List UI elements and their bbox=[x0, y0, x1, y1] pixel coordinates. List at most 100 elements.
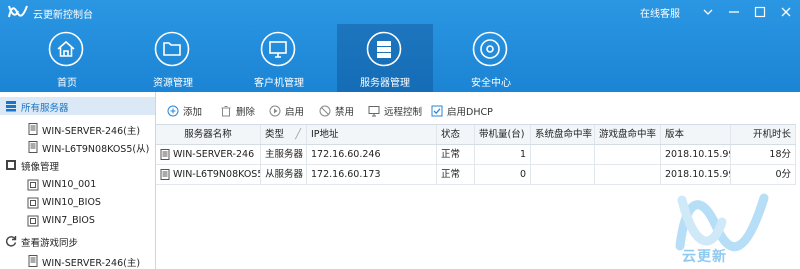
server-icon bbox=[366, 31, 402, 67]
col-ip[interactable]: IP地址 bbox=[307, 125, 437, 144]
watermark-text: 云更新 bbox=[682, 249, 727, 265]
cell-version: 2018.10.15.9929 bbox=[661, 145, 731, 164]
col-type-label: 类型 bbox=[265, 129, 285, 140]
sidebar-game-sync[interactable]: 查看游戏同步 bbox=[0, 232, 155, 250]
sort-icon: ╱ bbox=[295, 129, 301, 140]
image-icon bbox=[27, 215, 39, 227]
enable-button[interactable]: 启用 bbox=[269, 103, 304, 119]
image-icon bbox=[27, 179, 39, 191]
delete-button[interactable]: 删除 bbox=[220, 103, 255, 119]
remote-control-label: 远程控制 bbox=[384, 107, 423, 118]
table-row[interactable]: WIN-L6T9N08KOS5 从服务器 172.16.60.173 正常 0 … bbox=[156, 165, 796, 185]
server-icon bbox=[28, 141, 38, 153]
minimize-icon[interactable] bbox=[726, 4, 742, 20]
sidebar: 所有服务器 WIN-SERVER-246(主) WIN-L6T9N08KOS5(… bbox=[0, 92, 156, 269]
server-icon bbox=[160, 169, 170, 180]
delete-label: 删除 bbox=[236, 107, 256, 118]
sidebar-sync-server-1-label: WIN-SERVER-246(主) bbox=[42, 258, 141, 269]
sidebar-all-servers-label: 所有服务器 bbox=[21, 103, 69, 114]
close-icon[interactable] bbox=[778, 4, 794, 20]
block-icon bbox=[319, 105, 331, 117]
cell-status: 正常 bbox=[437, 145, 475, 164]
disable-button[interactable]: 禁用 bbox=[319, 103, 354, 119]
col-uptime[interactable]: 开机时长 bbox=[731, 125, 796, 144]
sidebar-image-mgmt[interactable]: 镜像管理 bbox=[0, 156, 155, 174]
server-group-icon bbox=[6, 101, 16, 112]
enable-dhcp-checkbox[interactable]: 启用DHCP bbox=[431, 103, 493, 119]
nav-home[interactable]: 首页 bbox=[19, 24, 115, 92]
table-row[interactable]: WIN-SERVER-246 主服务器 172.16.60.246 正常 1 2… bbox=[156, 145, 796, 165]
sidebar-image-2[interactable]: WIN10_BIOS bbox=[0, 194, 155, 212]
col-sys-hit[interactable]: 系统盘命中率 bbox=[531, 125, 595, 144]
sidebar-server-2[interactable]: WIN-L6T9N08KOS5(从) bbox=[0, 138, 155, 156]
sidebar-sync-server-1[interactable]: WIN-SERVER-246(主) bbox=[0, 252, 155, 269]
nav-security[interactable]: 安全中心 bbox=[443, 24, 539, 92]
nav-clients-label: 客户机管理 bbox=[254, 78, 304, 89]
add-button[interactable]: 添加 bbox=[167, 103, 202, 119]
sidebar-server-1-label: WIN-SERVER-246(主) bbox=[42, 126, 141, 137]
cell-type: 主服务器 bbox=[261, 145, 307, 164]
sidebar-server-1[interactable]: WIN-SERVER-246(主) bbox=[0, 120, 155, 138]
server-name-text: WIN-L6T9N08KOS5 bbox=[173, 169, 261, 180]
enable-dhcp-label: 启用DHCP bbox=[447, 107, 493, 118]
sidebar-image-2-label: WIN10_BIOS bbox=[42, 197, 101, 208]
nav-clients[interactable]: 客户机管理 bbox=[231, 24, 327, 92]
home-icon bbox=[48, 31, 84, 67]
cell-sys-hit bbox=[531, 145, 595, 164]
col-type[interactable]: 类型 ╱ bbox=[261, 125, 307, 144]
disc-icon bbox=[472, 31, 508, 67]
sidebar-all-servers[interactable]: 所有服务器 bbox=[0, 97, 155, 115]
cell-uptime: 18分 bbox=[731, 145, 796, 164]
nav-resources[interactable]: 资源管理 bbox=[125, 24, 221, 92]
app-window: 云更新控制台 在线客服 首页 资源管理 客户机管理 服务器管理 安全中心 所有服… bbox=[0, 0, 800, 269]
nav-resources-label: 资源管理 bbox=[153, 78, 193, 89]
cell-server-name: WIN-L6T9N08KOS5 bbox=[156, 165, 261, 184]
remote-control-button[interactable]: 远程控制 bbox=[368, 103, 422, 119]
menu-icon[interactable] bbox=[700, 4, 716, 20]
main-nav: 首页 资源管理 客户机管理 服务器管理 安全中心 bbox=[0, 24, 800, 92]
remote-desktop-icon bbox=[368, 106, 380, 117]
title-bar: 云更新控制台 在线客服 bbox=[0, 0, 800, 24]
checkbox-checked-icon bbox=[431, 105, 443, 117]
col-band[interactable]: 带机量(台) bbox=[475, 125, 531, 144]
cell-game-hit bbox=[595, 165, 661, 184]
app-title: 云更新控制台 bbox=[33, 10, 93, 21]
sidebar-game-sync-label: 查看游戏同步 bbox=[21, 238, 79, 249]
col-status[interactable]: 状态 bbox=[437, 125, 475, 144]
delete-icon bbox=[221, 106, 231, 117]
window-controls: 在线客服 bbox=[640, 4, 794, 20]
sidebar-server-2-label: WIN-L6T9N08KOS5(从) bbox=[42, 144, 150, 155]
online-service-link[interactable]: 在线客服 bbox=[640, 5, 680, 20]
cell-ip: 172.16.60.246 bbox=[307, 145, 437, 164]
image-group-icon bbox=[6, 160, 16, 170]
sidebar-image-1[interactable]: WIN10_001 bbox=[0, 176, 155, 194]
cell-uptime: 0分 bbox=[731, 165, 796, 184]
cell-server-name: WIN-SERVER-246 bbox=[156, 145, 261, 164]
server-icon bbox=[28, 123, 38, 135]
nav-servers-label: 服务器管理 bbox=[360, 78, 410, 89]
header: 云更新控制台 在线客服 首页 资源管理 客户机管理 服务器管理 安全中心 bbox=[0, 0, 800, 92]
sidebar-image-mgmt-label: 镜像管理 bbox=[21, 162, 60, 173]
sidebar-image-3-label: WIN7_BIOS bbox=[42, 215, 95, 226]
add-label: 添加 bbox=[183, 107, 203, 118]
table-header: 服务器名称 类型 ╱ IP地址 状态 带机量(台) 系统盘命中率 游戏盘命中率 版… bbox=[156, 125, 796, 145]
cell-ip: 172.16.60.173 bbox=[307, 165, 437, 184]
monitor-icon bbox=[260, 31, 296, 67]
server-icon bbox=[28, 255, 38, 267]
cell-band: 0 bbox=[475, 165, 531, 184]
server-icon bbox=[160, 149, 170, 160]
folder-icon bbox=[154, 31, 190, 67]
sidebar-image-3[interactable]: WIN7_BIOS bbox=[0, 212, 155, 230]
nav-servers[interactable]: 服务器管理 bbox=[337, 24, 433, 92]
nav-home-label: 首页 bbox=[57, 78, 77, 89]
image-icon bbox=[27, 197, 39, 209]
toolbar: 添加 删除 启用 禁用 远程控制 启用DHCP bbox=[156, 100, 800, 122]
col-version[interactable]: 版本 bbox=[661, 125, 731, 144]
col-server-name[interactable]: 服务器名称 bbox=[156, 125, 261, 144]
add-icon bbox=[167, 105, 179, 117]
cell-band: 1 bbox=[475, 145, 531, 164]
server-table: 服务器名称 类型 ╱ IP地址 状态 带机量(台) 系统盘命中率 游戏盘命中率 版… bbox=[156, 124, 796, 185]
maximize-icon[interactable] bbox=[752, 4, 768, 20]
cell-sys-hit bbox=[531, 165, 595, 184]
col-game-hit[interactable]: 游戏盘命中率 bbox=[595, 125, 661, 144]
